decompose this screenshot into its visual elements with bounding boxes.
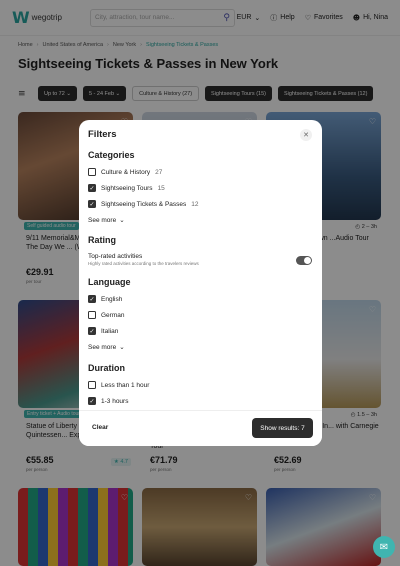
checkbox[interactable] xyxy=(88,311,96,319)
option-label: Culture & History xyxy=(101,168,151,176)
toggle-knob xyxy=(304,257,311,264)
modal-footer: Clear Show results: 7 xyxy=(79,410,322,446)
category-option-culture[interactable]: Culture & History 27 xyxy=(88,168,162,176)
option-label: Sightseeing Tickets & Passes xyxy=(101,200,187,208)
see-more-label: See more xyxy=(88,343,117,351)
language-see-more[interactable]: See more ⌄ xyxy=(88,343,125,351)
rating-heading: Rating xyxy=(88,235,116,245)
option-label: Italian xyxy=(101,327,119,335)
top-rated-toggle[interactable] xyxy=(296,256,312,265)
option-label: English xyxy=(101,295,123,303)
duration-option-less-than-1h[interactable]: Less than 1 hour xyxy=(88,381,149,389)
checkbox-checked[interactable]: ✓ xyxy=(88,200,96,208)
checkbox-checked[interactable]: ✓ xyxy=(88,184,96,192)
checkbox[interactable] xyxy=(88,381,96,389)
see-more-label: See more xyxy=(88,216,117,224)
checkbox[interactable] xyxy=(88,168,96,176)
top-rated-description: Highly rated activities according to the… xyxy=(88,261,199,266)
modal-title: Filters xyxy=(88,129,117,140)
show-results-button[interactable]: Show results: 7 xyxy=(252,418,313,438)
category-option-sightseeing-tours[interactable]: ✓ Sightseeing Tours 15 xyxy=(88,184,165,192)
language-option-german[interactable]: German xyxy=(88,311,124,319)
checkbox-checked[interactable]: ✓ xyxy=(88,327,96,335)
option-label: Less than 1 hour xyxy=(101,381,150,389)
top-rated-label: Top-rated activities xyxy=(88,253,143,260)
categories-see-more[interactable]: See more ⌄ xyxy=(88,216,125,224)
language-option-italian[interactable]: ✓ Italian xyxy=(88,327,118,335)
chevron-down-icon: ⌄ xyxy=(119,343,125,351)
filters-modal: Filters ✕ Categories Culture & History 2… xyxy=(79,120,322,446)
option-count: 27 xyxy=(155,168,163,176)
categories-heading: Categories xyxy=(88,150,135,160)
duration-heading: Duration xyxy=(88,363,125,373)
modal-header: Filters ✕ xyxy=(79,120,322,150)
option-label: German xyxy=(101,311,125,319)
checkbox-checked[interactable]: ✓ xyxy=(88,397,96,405)
clear-button[interactable]: Clear xyxy=(92,424,108,431)
chevron-down-icon: ⌄ xyxy=(119,216,125,224)
modal-body[interactable]: Categories Culture & History 27 ✓ Sights… xyxy=(79,150,322,410)
category-option-tickets-passes[interactable]: ✓ Sightseeing Tickets & Passes 12 xyxy=(88,200,199,208)
checkbox-checked[interactable]: ✓ xyxy=(88,295,96,303)
duration-option-1-3h[interactable]: ✓ 1-3 hours xyxy=(88,397,128,405)
top-rated-option: Top-rated activities Highly rated activi… xyxy=(88,253,199,266)
option-label: Sightseeing Tours xyxy=(101,184,153,192)
option-count: 12 xyxy=(191,200,199,208)
option-count: 15 xyxy=(157,184,165,192)
chat-icon[interactable]: ✉ xyxy=(373,536,395,558)
option-label: 1-3 hours xyxy=(101,397,129,405)
language-option-english[interactable]: ✓ English xyxy=(88,295,122,303)
language-heading: Language xyxy=(88,277,131,287)
close-icon[interactable]: ✕ xyxy=(300,129,312,141)
